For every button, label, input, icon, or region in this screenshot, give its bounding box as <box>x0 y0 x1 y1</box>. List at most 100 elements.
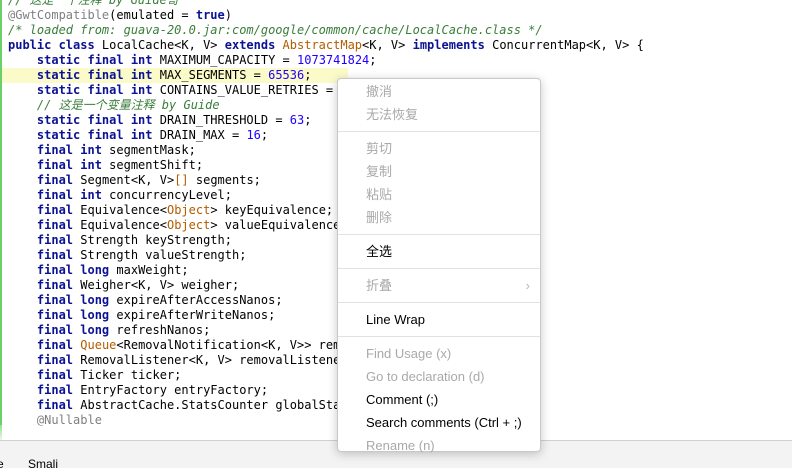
code-line[interactable]: final Strength valueStrength; <box>8 248 644 263</box>
menu-separator <box>338 268 540 269</box>
code-token-keyword: implements <box>412 38 493 52</box>
code-token-plain: EntryFactory entryFactory; <box>80 383 269 397</box>
code-token-plain: refreshNanos; <box>116 323 211 337</box>
code-line-current[interactable]: static final int MAX_SEGMENTS = 65536; <box>2 68 348 83</box>
code-line[interactable]: final EntryFactory entryFactory; <box>8 383 644 398</box>
code-token-keyword: final <box>36 173 81 187</box>
tab-smali[interactable]: Smali <box>28 457 58 468</box>
menu-item-item-2-0[interactable]: 全选 <box>366 242 536 262</box>
code-line[interactable]: final int segmentMask; <box>8 143 644 158</box>
tab-partial[interactable]: e <box>0 457 4 468</box>
code-line[interactable]: final int segmentShift; <box>8 158 644 173</box>
code-line[interactable]: final Equivalence<Object> valueEquivalen… <box>8 218 644 233</box>
code-text-area[interactable]: // 这是一个注释 by Guide哥 @GwtCompatible(emulat… <box>2 0 644 428</box>
code-token-plain: ConcurrentMap<K, V> { <box>492 38 644 52</box>
code-token-keyword: extends <box>224 38 283 52</box>
code-token-plain: ; <box>369 53 377 67</box>
menu-item-item-3-0[interactable]: 折叠 › <box>366 276 536 296</box>
code-token-keyword: final int <box>36 188 110 202</box>
code-token-plain: segments; <box>188 173 261 187</box>
code-line[interactable]: // 这是一个变量注释 by Guide <box>8 98 644 113</box>
code-line[interactable]: final Segment<K, V>[] segments; <box>8 173 644 188</box>
code-token-plain: <RemovalNotification<K, V>> remo <box>116 338 348 352</box>
menu-item-label: 撤消 <box>366 84 393 99</box>
change-marker-bar <box>0 0 2 440</box>
code-line[interactable]: final long expireAfterWriteNanos; <box>8 308 644 323</box>
menu-item-label: Comment (;) <box>366 392 439 407</box>
code-token-annotation: @GwtCompatible <box>8 8 110 22</box>
code-token-generic: AbstractMap <box>282 38 363 52</box>
code-token-generic: Object <box>166 218 211 232</box>
code-token-keyword: final <box>36 278 81 292</box>
menu-item-go-to-declaration-d[interactable]: Go to declaration (d) <box>366 367 536 387</box>
code-token-plain: expireAfterAccessNanos; <box>116 293 283 307</box>
code-line[interactable]: public class LocalCache<K, V> extends Ab… <box>8 38 644 53</box>
menu-item-item-0-1[interactable]: 无法恢复 <box>366 105 536 125</box>
code-line[interactable]: final Queue<RemovalNotification<K, V>> r… <box>8 338 644 353</box>
code-token-number: 63 <box>289 113 305 127</box>
code-token-plain: Ticker ticker; <box>80 368 182 382</box>
menu-item-label: 全选 <box>366 244 393 259</box>
code-token-keyword: public class <box>8 38 102 52</box>
code-line[interactable]: static final int DRAIN_THRESHOLD = 63; <box>8 113 644 128</box>
code-line[interactable]: static final int MAXIMUM_CAPACITY = 1073… <box>8 53 644 68</box>
code-line[interactable]: final Ticker ticker; <box>8 368 644 383</box>
code-line[interactable]: final Weigher<K, V> weigher; <box>8 278 644 293</box>
code-token-plain: AbstractCache.StatsCounter globalStat <box>80 398 348 412</box>
code-line[interactable]: final long expireAfterAccessNanos; <box>8 293 644 308</box>
menu-item-comment[interactable]: Comment (;) <box>366 390 536 410</box>
code-token-plain: MAXIMUM_CAPACITY = <box>159 53 298 67</box>
code-token-plain: ; <box>304 68 312 82</box>
menu-item-label: 复制 <box>366 164 393 179</box>
code-line[interactable]: @GwtCompatible(emulated = true) <box>8 8 644 23</box>
menu-item-search-comments-ctrl[interactable]: Search comments (Ctrl + ;) <box>366 413 536 433</box>
code-token-plain: maxWeight; <box>116 263 189 277</box>
code-line[interactable]: final Strength keyStrength; <box>8 233 644 248</box>
menu-item-label: 粘贴 <box>366 187 393 202</box>
menu-item-item-0-0[interactable]: 撤消 <box>366 82 536 102</box>
menu-item-line-wrap[interactable]: Line Wrap <box>366 310 536 330</box>
code-line[interactable]: static final int CONTAINS_VALUE_RETRIES … <box>8 83 644 98</box>
menu-item-item-1-1[interactable]: 复制 <box>366 162 536 182</box>
code-token-keyword: final <box>36 218 81 232</box>
code-line[interactable]: final long refreshNanos; <box>8 323 644 338</box>
menu-item-label: Go to declaration (d) <box>366 369 485 384</box>
code-token-plain: expireAfterWriteNanos; <box>116 308 276 322</box>
menu-item-item-1-0[interactable]: 剪切 <box>366 139 536 159</box>
code-line[interactable]: final Equivalence<Object> keyEquivalence… <box>8 203 644 218</box>
menu-item-item-1-2[interactable]: 粘贴 <box>366 185 536 205</box>
code-token-number: 65536 <box>268 68 305 82</box>
menu-item-item-1-3[interactable]: 删除 <box>366 208 536 228</box>
code-token-plain: ; <box>304 113 312 127</box>
code-token-keyword: static final int <box>36 53 160 67</box>
menu-item-rename-n[interactable]: Rename (n) <box>366 436 536 456</box>
code-token-keyword: final <box>36 383 81 397</box>
code-line[interactable]: static final int DRAIN_MAX = 16; <box>8 128 644 143</box>
code-token-plain: Strength valueStrength; <box>80 248 247 262</box>
code-line[interactable]: final long maxWeight; <box>8 263 644 278</box>
menu-separator <box>338 131 540 132</box>
menu-item-label: Search comments (Ctrl + ;) <box>366 415 522 430</box>
code-line[interactable]: final RemovalListener<K, V> removalListe… <box>8 353 644 368</box>
code-line[interactable]: final AbstractCache.StatsCounter globalS… <box>8 398 644 413</box>
code-line[interactable]: // 这是一个注释 by Guide哥 <box>8 0 644 8</box>
code-token-plain: segmentMask; <box>109 143 196 157</box>
code-line[interactable]: final int concurrencyLevel; <box>8 188 644 203</box>
menu-item-find-usage-x[interactable]: Find Usage (x) <box>366 344 536 364</box>
code-line[interactable]: /* loaded from: guava-20.0.jar:com/googl… <box>8 23 644 38</box>
code-token-plain: Strength keyStrength; <box>80 233 232 247</box>
menu-item-label: Find Usage (x) <box>366 346 452 361</box>
menu-item-label: Rename (n) <box>366 438 435 453</box>
